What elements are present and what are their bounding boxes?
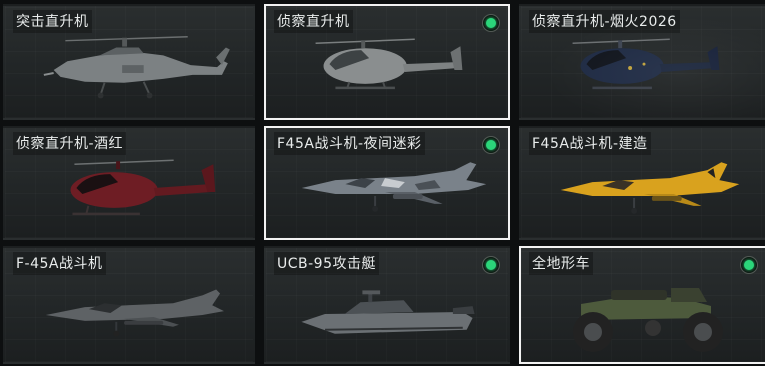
scout-helicopter-fireworks-icon: [572, 38, 720, 90]
scout-helicopter-wine-red-icon: [70, 159, 216, 216]
scout-helicopter-icon: [315, 38, 463, 90]
atv-icon: [573, 288, 723, 352]
vehicle-card-scout-helicopter-wine-red[interactable]: 侦察直升机-酒红: [3, 126, 255, 240]
attack-boat-icon: [301, 290, 475, 334]
vehicle-card-scout-helicopter[interactable]: 侦察直升机: [264, 4, 510, 120]
vehicle-card-ucb-95-attack-boat[interactable]: UCB-95攻击艇: [264, 246, 510, 364]
stealth-fighter-icon: [45, 289, 224, 337]
vehicle-grid: 突击直升机 侦察直升机 侦察直升机-烟火2026 侦察直升机-酒红 F45A战斗…: [0, 0, 765, 366]
fighter-jet-night-camo-icon: [301, 162, 487, 212]
fighter-jet-construction-icon: [560, 162, 740, 214]
vehicle-card-atv[interactable]: 全地形车: [519, 246, 765, 364]
vehicle-card-f-45a[interactable]: F-45A战斗机: [3, 246, 255, 364]
vehicle-card-f45a-construction[interactable]: F45A战斗机-建造: [519, 126, 765, 240]
vehicle-card-scout-helicopter-fireworks[interactable]: 侦察直升机-烟火2026: [519, 4, 765, 120]
vehicle-card-f45a-night-camo[interactable]: F45A战斗机-夜间迷彩: [264, 126, 510, 240]
attack-helicopter-icon: [43, 36, 230, 99]
vehicle-card-attack-helicopter[interactable]: 突击直升机: [3, 4, 255, 120]
